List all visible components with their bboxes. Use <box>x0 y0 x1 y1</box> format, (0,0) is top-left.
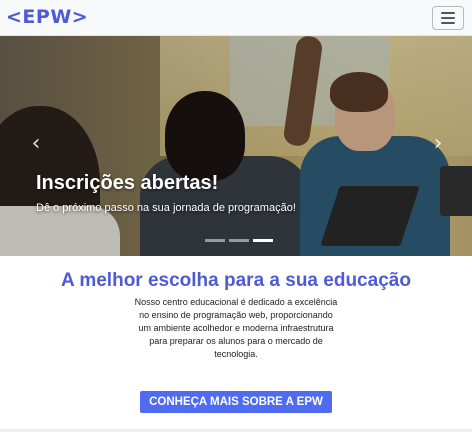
learn-more-button[interactable]: CONHEÇA MAIS SOBRE A EPW <box>140 391 332 413</box>
carousel-indicator-1[interactable] <box>205 239 225 242</box>
hamburger-menu-icon-bar <box>441 17 455 19</box>
carousel-indicator-3[interactable] <box>253 239 273 242</box>
navbar-toggler-button[interactable] <box>432 6 464 30</box>
hero-carousel: ‹ › Inscrições abertas! Dê o próximo pas… <box>0 36 472 256</box>
section-headline: A melhor escolha para a sua educação <box>61 270 411 291</box>
section-description: Nosso centro educacional é dedicado a ex… <box>134 297 338 359</box>
carousel-prev-icon[interactable]: ‹ <box>26 133 46 155</box>
hamburger-menu-icon <box>441 12 455 14</box>
navbar: <EPW> <box>0 0 472 36</box>
hamburger-menu-icon-bar <box>441 22 455 24</box>
brand-logo[interactable]: <EPW> <box>6 6 88 28</box>
carousel-caption-subtitle: Dê o próximo passo na sua jornada de pro… <box>36 202 296 214</box>
carousel-indicator-2[interactable] <box>229 239 249 242</box>
carousel-caption-title: Inscrições abertas! <box>36 172 219 194</box>
carousel-indicators <box>205 239 273 243</box>
carousel-next-icon[interactable]: › <box>428 133 448 155</box>
carousel-image-overlay <box>0 36 472 256</box>
